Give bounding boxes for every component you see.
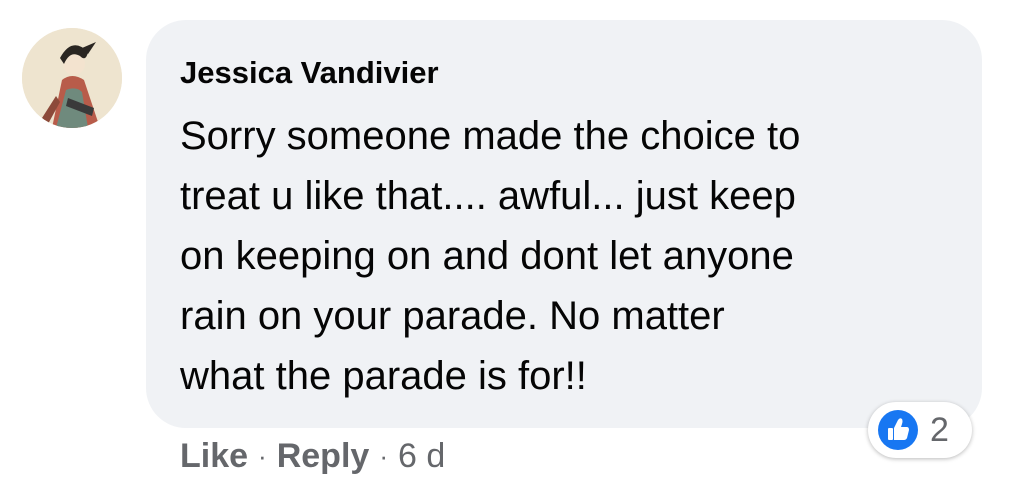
comment-author[interactable]: Jessica Vandivier: [180, 54, 439, 92]
reaction-count: 2: [930, 411, 949, 449]
timestamp[interactable]: 6 d: [398, 437, 445, 476]
separator-dot: ·: [258, 440, 267, 471]
avatar[interactable]: [22, 28, 122, 128]
comment-text-line: treat u like that.... awful... just keep: [180, 174, 796, 218]
comment-text: Sorry someone made the choice to treat u…: [180, 106, 950, 406]
comment-text-line: on keeping on and dont let anyone: [180, 234, 794, 278]
reply-button[interactable]: Reply: [277, 437, 370, 476]
like-button[interactable]: Like: [180, 437, 248, 476]
comment-text-line: Sorry someone made the choice to: [180, 114, 801, 158]
comment-bubble: Jessica Vandivier Sorry someone made the…: [146, 20, 982, 428]
separator-dot: ·: [379, 440, 388, 471]
reaction-summary[interactable]: 2: [868, 402, 972, 458]
like-thumbs-up-icon: [878, 410, 918, 450]
comment-text-line: what the parade is for!!: [180, 354, 587, 398]
avatar-image: [22, 28, 122, 128]
comment-actions: Like · Reply · 6 d: [180, 432, 445, 480]
comment-text-line: rain on your parade. No matter: [180, 294, 725, 338]
